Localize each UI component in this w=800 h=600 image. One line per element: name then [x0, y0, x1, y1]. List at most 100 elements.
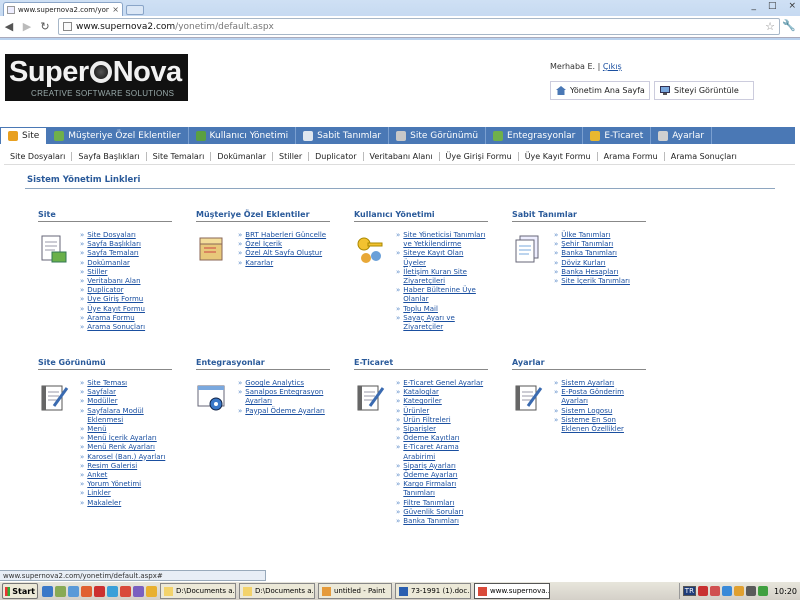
- panel-link[interactable]: Resim Galerisi: [87, 462, 137, 471]
- panel-link[interactable]: Makaleler: [87, 499, 121, 508]
- panel-link[interactable]: Linkler: [87, 489, 110, 498]
- panel-link[interactable]: Site Yöneticisi Tanımları ve Yetkilendir…: [403, 231, 488, 249]
- logout-link[interactable]: Çıkış: [603, 62, 622, 71]
- panel-link[interactable]: Anket: [87, 471, 107, 480]
- back-icon[interactable]: ◀: [0, 20, 18, 33]
- volume-icon[interactable]: [745, 586, 756, 596]
- panel-link[interactable]: Menü Renk Ayarları: [87, 443, 155, 452]
- firefox-icon[interactable]: [81, 585, 92, 597]
- panel-link[interactable]: E-Posta Gönderim Ayarları: [561, 388, 646, 406]
- subnav-item[interactable]: Üye Girişi Formu: [438, 152, 518, 161]
- supernova-logo[interactable]: Super Nova CREATIVE SOFTWARE SOLUTIONS: [5, 54, 188, 101]
- panel-link[interactable]: Sanalpos Entegrasyon Ayarları: [245, 388, 330, 406]
- media-icon[interactable]: [107, 585, 118, 597]
- panel-link[interactable]: Sayfalara Modül Eklenmesi: [87, 407, 172, 425]
- taskbar-task[interactable]: www.supernova...: [474, 583, 550, 599]
- nav-tab-3[interactable]: Sabit Tanımlar: [296, 127, 390, 144]
- panel-link[interactable]: Sayaç Ayarı ve Ziyaretçiler: [403, 314, 488, 332]
- nav-tab-4[interactable]: Site Görünümü: [389, 127, 487, 144]
- subnav-item[interactable]: Üye Kayıt Formu: [517, 152, 597, 161]
- security-icon[interactable]: [757, 586, 768, 596]
- view-site-button[interactable]: Siteyi Görüntüle: [654, 81, 754, 100]
- panel-link[interactable]: E-Ticaret Arama Arabirimi: [403, 443, 488, 461]
- nav-tab-5[interactable]: Entegrasyonlar: [486, 127, 584, 144]
- desktop-icon[interactable]: [55, 585, 66, 597]
- wrench-menu-icon[interactable]: 🔧: [782, 19, 796, 32]
- panel-link[interactable]: Google Analytics: [245, 379, 304, 388]
- subnav-item[interactable]: Sayfa Başlıkları: [71, 152, 145, 161]
- panel-link[interactable]: Üye Kayıt Formu: [87, 305, 145, 314]
- nav-tab-0[interactable]: Site: [0, 127, 48, 144]
- nav-tab-1[interactable]: Müşteriye Özel Eklentiler: [47, 127, 189, 144]
- app-icon[interactable]: [133, 585, 144, 597]
- panel-link[interactable]: E-Ticaret Genel Ayarlar: [403, 379, 483, 388]
- panel-link[interactable]: Veritabanı Alan: [87, 277, 140, 286]
- panel-link[interactable]: İletişim Kuran Site Ziyaretçileri: [403, 268, 488, 286]
- panel-link[interactable]: Site Teması: [87, 379, 127, 388]
- panel-link[interactable]: Stiller: [87, 268, 107, 277]
- panel-link[interactable]: Banka Hesapları: [561, 268, 618, 277]
- network-icon[interactable]: [721, 586, 732, 596]
- panel-link[interactable]: Ödeme Kayıtları: [403, 434, 459, 443]
- subnav-item[interactable]: Site Dosyaları: [4, 152, 71, 161]
- tool-icon[interactable]: [146, 585, 157, 597]
- tray-app-icon[interactable]: [709, 586, 720, 596]
- taskbar-task[interactable]: 73-1991 (1).doc...: [395, 583, 471, 599]
- explorer-icon[interactable]: [68, 585, 79, 597]
- panel-link[interactable]: Üye Giriş Formu: [87, 295, 143, 304]
- panel-link[interactable]: Sistem Ayarları: [561, 379, 614, 388]
- panel-link[interactable]: Sayfa Temaları: [87, 249, 138, 258]
- panel-link[interactable]: Ürünler: [403, 407, 429, 416]
- panel-link[interactable]: Sisteme En Son Eklenen Özellikler: [561, 416, 646, 434]
- panel-link[interactable]: Sistem Logosu: [561, 407, 612, 416]
- taskbar-task[interactable]: D:\Documents a...: [160, 583, 236, 599]
- panel-link[interactable]: Özel Alt Sayfa Oluştur: [245, 249, 322, 258]
- panel-link[interactable]: Arama Formu: [87, 314, 134, 323]
- panel-link[interactable]: Yorum Yönetimi: [87, 480, 141, 489]
- ie-icon[interactable]: [42, 585, 53, 597]
- bookmark-star-icon[interactable]: ☆: [765, 20, 775, 33]
- minimize-icon[interactable]: _: [751, 1, 756, 11]
- panel-link[interactable]: Filtre Tanımları: [403, 499, 454, 508]
- maximize-icon[interactable]: □: [768, 1, 777, 11]
- nav-tab-2[interactable]: Kullanıcı Yönetimi: [189, 127, 297, 144]
- opera-icon[interactable]: [94, 585, 105, 597]
- subnav-item[interactable]: Stiller: [272, 152, 308, 161]
- reload-icon[interactable]: ↻: [36, 20, 54, 33]
- panel-link[interactable]: Kategoriler: [403, 397, 442, 406]
- panel-link[interactable]: Paypal Ödeme Ayarları: [245, 407, 325, 416]
- panel-link[interactable]: Ülke Tanımları: [561, 231, 610, 240]
- panel-link[interactable]: Şehir Tanımları: [561, 240, 613, 249]
- subnav-item[interactable]: Arama Sonuçları: [663, 152, 743, 161]
- panel-link[interactable]: Sayfa Başlıkları: [87, 240, 141, 249]
- address-bar[interactable]: www.supernova2.com/yonetim/default.aspx …: [58, 18, 780, 35]
- panel-link[interactable]: Banka Tanımları: [561, 249, 617, 258]
- admin-home-button[interactable]: Yönetim Ana Sayfa: [550, 81, 650, 100]
- forward-icon[interactable]: ▶: [18, 20, 36, 33]
- antivirus-icon[interactable]: [697, 586, 708, 596]
- panel-link[interactable]: Haber Bültenine Üye Olanlar: [403, 286, 488, 304]
- start-button[interactable]: Start: [2, 583, 38, 599]
- panel-link[interactable]: Kararlar: [245, 259, 273, 268]
- panel-link[interactable]: Site Dosyaları: [87, 231, 135, 240]
- panel-link[interactable]: Dokümanlar: [87, 259, 130, 268]
- panel-link[interactable]: Menü İçerik Ayarları: [87, 434, 156, 443]
- close-tab-icon[interactable]: ×: [112, 5, 119, 14]
- panel-link[interactable]: Güvenlik Soruları: [403, 508, 463, 517]
- taskbar-task[interactable]: untitled - Paint: [318, 583, 392, 599]
- nav-tab-7[interactable]: Ayarlar: [651, 127, 713, 144]
- panel-link[interactable]: Ödeme Ayarları: [403, 471, 457, 480]
- nav-tab-6[interactable]: E-Ticaret: [583, 127, 652, 144]
- panel-link[interactable]: Kataloglar: [403, 388, 439, 397]
- panel-link[interactable]: BRT Haberleri Güncelle: [245, 231, 326, 240]
- panel-link[interactable]: Siteye Kayıt Olan Üyeler: [403, 249, 488, 267]
- panel-link[interactable]: Karosel (Ban.) Ayarları: [87, 453, 165, 462]
- subnav-item[interactable]: Site Temaları: [145, 152, 211, 161]
- panel-link[interactable]: Ürün Filtreleri: [403, 416, 450, 425]
- panel-link[interactable]: Döviz Kurları: [561, 259, 605, 268]
- update-icon[interactable]: [733, 586, 744, 596]
- language-indicator[interactable]: TR: [682, 586, 696, 596]
- panel-link[interactable]: Modüller: [87, 397, 117, 406]
- panel-link[interactable]: Sipariş Ayarları: [403, 462, 456, 471]
- panel-link[interactable]: Toplu Mail: [403, 305, 438, 314]
